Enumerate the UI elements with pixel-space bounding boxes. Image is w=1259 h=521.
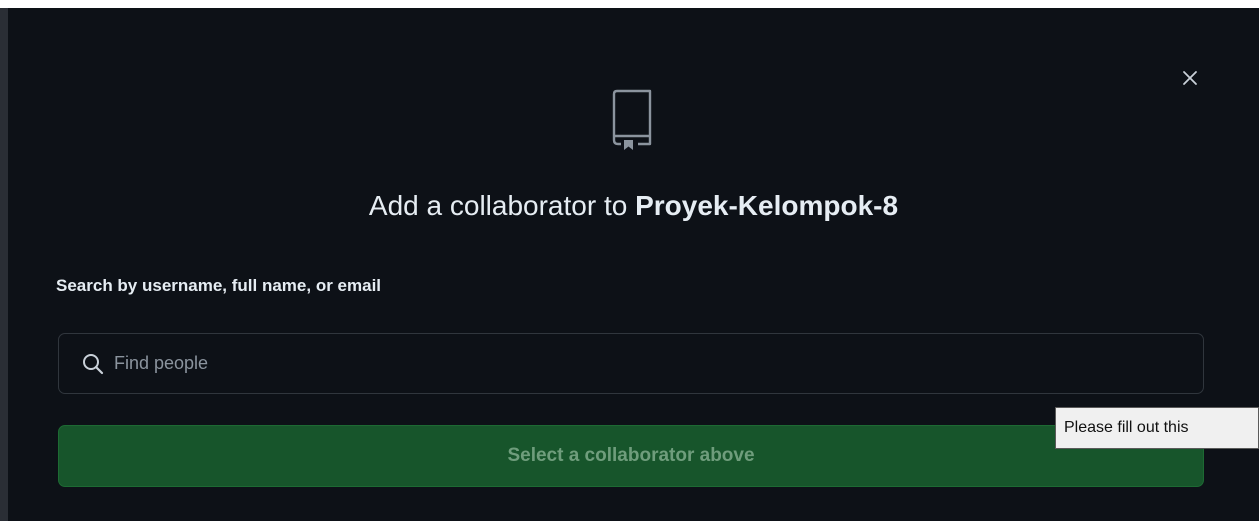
dialog-title-prefix: Add a collaborator to [368,190,636,221]
close-button[interactable] [1176,66,1204,94]
repo-icon [608,88,656,152]
close-icon[interactable] [1181,69,1199,92]
repository-name: Proyek-Kelompok-8 [635,190,899,221]
dialog-title: Add a collaborator to Proyek-Kelompok-8 [8,186,1259,226]
window-left-edge [0,8,8,521]
window-top-strip [0,0,1259,8]
search-field[interactable] [58,333,1204,394]
search-icon [80,351,106,377]
validation-tooltip: Please fill out this [1055,407,1259,449]
search-input[interactable] [112,342,1203,385]
select-collaborator-button[interactable]: Select a collaborator above [58,425,1204,487]
search-label: Search by username, full name, or email [56,276,382,295]
